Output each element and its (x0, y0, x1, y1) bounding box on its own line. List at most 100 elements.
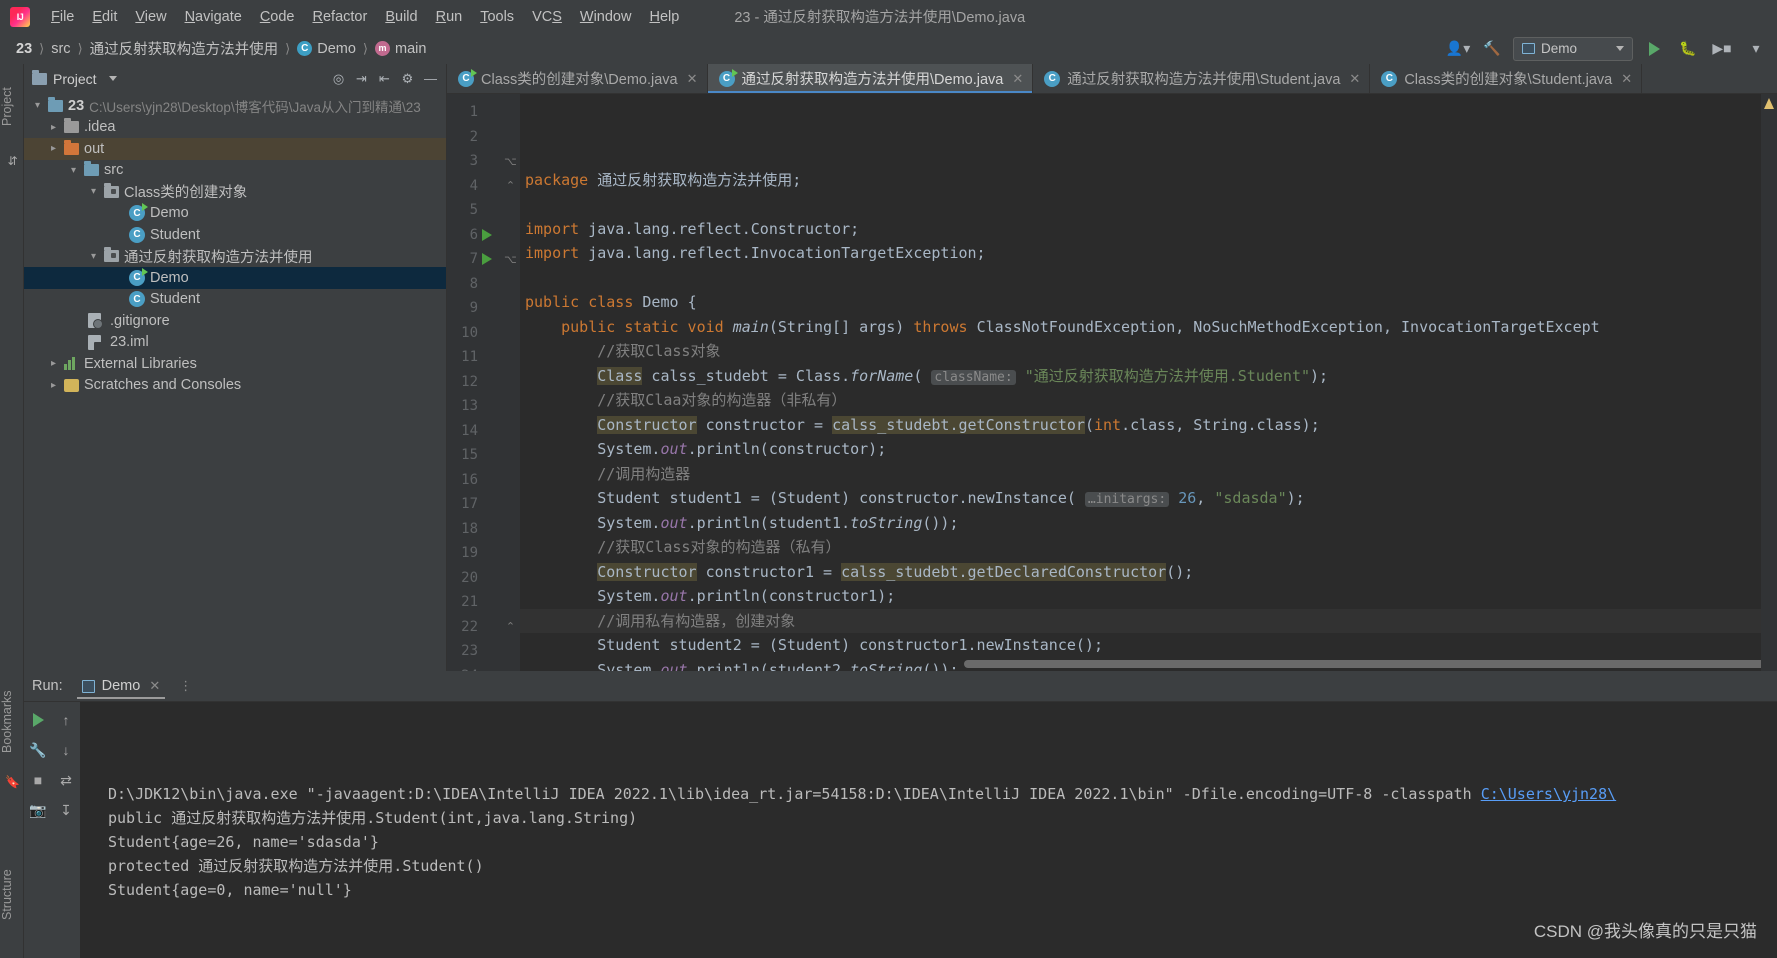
code-line[interactable]: //获取Class对象 (520, 339, 1777, 364)
tree-node-gitignore[interactable]: .gitignore (24, 310, 446, 332)
chevron-down-icon[interactable]: ▾ (88, 251, 99, 262)
settings-gear-icon[interactable]: ⚙ (398, 69, 417, 88)
tree-node-demo-1[interactable]: C Demo (24, 203, 446, 225)
tree-node-package-class[interactable]: ▾ Class类的创建对象 (24, 181, 446, 203)
breadcrumb-item-class[interactable]: C Demo (293, 39, 360, 59)
menu-code[interactable]: Code (251, 6, 304, 28)
chevron-down-icon[interactable]: ▾ (32, 100, 43, 111)
editor-horizontal-scrollbar[interactable] (964, 660, 1777, 668)
soft-wrap-icon[interactable]: ⇄ (52, 765, 80, 795)
build-hammer-icon[interactable]: 🔨 (1479, 37, 1505, 61)
code-line[interactable]: System.out.println(student1.toString()); (520, 511, 1777, 536)
menu-vcs[interactable]: VCS (523, 6, 571, 28)
warning-marker-icon[interactable] (1764, 98, 1774, 109)
menu-tools[interactable]: Tools (471, 6, 523, 28)
tree-node-scratches[interactable]: ▸ Scratches and Consoles (24, 375, 446, 397)
tree-node-idea[interactable]: ▸ .idea (24, 117, 446, 139)
stop-icon[interactable]: ■ (24, 765, 52, 795)
chevron-down-icon[interactable]: ▾ (68, 165, 79, 176)
more-options-icon[interactable]: ▾ (1743, 37, 1769, 61)
editor-tab-0[interactable]: C Class类的创建对象\Demo.java ✕ (447, 64, 708, 93)
expand-icon[interactable]: ⇤ (375, 69, 394, 88)
drag-handle-icon[interactable]: ⋮ (179, 678, 194, 694)
tree-node-out[interactable]: ▸ out (24, 138, 446, 160)
menu-edit[interactable]: Edit (83, 6, 126, 28)
code-line[interactable]: System.out.println(constructor); (520, 437, 1777, 462)
camera-icon[interactable]: 📷 (24, 795, 52, 825)
strip-button-structure[interactable]: Structure (0, 852, 24, 938)
editor-error-stripe[interactable] (1761, 94, 1777, 671)
chevron-right-icon[interactable]: ▸ (48, 143, 59, 154)
menu-window[interactable]: Window (571, 6, 641, 28)
code-line[interactable]: Student student2 = (Student) constructor… (520, 633, 1777, 658)
menu-build[interactable]: Build (376, 6, 426, 28)
code-line[interactable]: Class calss_studebt = Class.forName( cla… (520, 364, 1777, 389)
breadcrumb-item-src[interactable]: src (47, 39, 74, 59)
run-tab-demo[interactable]: Demo ✕ (73, 674, 170, 699)
tree-node-external-libraries[interactable]: ▸ External Libraries (24, 353, 446, 375)
code-line[interactable]: //调用构造器 (520, 462, 1777, 487)
chevron-right-icon[interactable]: ▸ (48, 358, 59, 369)
editor-tab-2[interactable]: C 通过反射获取构造方法并使用\Student.java ✕ (1033, 64, 1371, 93)
close-icon[interactable]: ✕ (149, 678, 160, 694)
coverage-button[interactable]: ▶■ (1709, 37, 1735, 61)
menu-file[interactable]: File (42, 6, 83, 28)
close-icon[interactable]: ✕ (1621, 71, 1632, 87)
menu-view[interactable]: View (126, 6, 175, 28)
run-configuration-selector[interactable]: Demo (1513, 36, 1633, 61)
gutter-run-icon[interactable] (480, 223, 494, 248)
editor-gutter[interactable]: 1 2 3 ⌥ 4 ⌃ 5 6 7 ⌥ 8 9 10 11 12 13 14 15 16 17 18 19 20 21 22 ⌃ 2… (447, 94, 520, 671)
code-line[interactable]: Student student1 = (Student) constructor… (520, 486, 1777, 511)
commit-icon[interactable]: ⇵ (4, 152, 21, 169)
scroll-to-end-icon[interactable]: ↧ (52, 795, 80, 825)
strip-button-bookmarks[interactable]: Bookmarks (0, 676, 24, 768)
gutter-fold-icon[interactable]: ⌃ (504, 615, 517, 640)
gutter-fold-icon[interactable]: ⌥ (504, 149, 517, 174)
code-line[interactable]: import java.lang.reflect.InvocationTarge… (520, 241, 1777, 266)
breadcrumb-item-package[interactable]: 通过反射获取构造方法并使用 (86, 36, 283, 61)
user-settings-icon[interactable]: 👤▾ (1445, 37, 1471, 61)
run-button[interactable] (1641, 37, 1667, 61)
gutter-fold-icon[interactable]: ⌃ (504, 174, 517, 199)
menu-help[interactable]: Help (640, 6, 688, 28)
down-arrow-icon[interactable]: ↓ (52, 735, 80, 765)
code-line[interactable]: //获取Class对象的构造器（私有） (520, 535, 1777, 560)
chevron-down-icon[interactable] (108, 76, 117, 81)
code-content[interactable]: package 通过反射获取构造方法并使用; import java.lang.… (520, 94, 1777, 671)
code-line[interactable]: //获取Claa对象的构造器（非私有） (520, 388, 1777, 413)
code-line[interactable]: package 通过反射获取构造方法并使用; (520, 168, 1777, 193)
code-line[interactable]: System.out.println(constructor1); (520, 584, 1777, 609)
menu-navigate[interactable]: Navigate (176, 6, 251, 28)
close-icon[interactable]: ✕ (1012, 71, 1023, 87)
collapse-all-icon[interactable]: ⇥ (352, 69, 371, 88)
breadcrumb-item-module[interactable]: 23 (12, 39, 36, 59)
gutter-run-icon[interactable] (480, 247, 494, 272)
debug-button[interactable]: 🐛 (1675, 37, 1701, 61)
tree-node-demo-2[interactable]: C Demo (24, 267, 446, 289)
code-line[interactable] (520, 266, 1777, 291)
chevron-right-icon[interactable]: ▸ (48, 122, 59, 133)
bookmark-icon[interactable]: 🔖 (4, 773, 21, 790)
strip-button-project[interactable]: Project (0, 72, 24, 142)
close-icon[interactable]: ✕ (687, 71, 698, 87)
console-link[interactable]: C:\Users\yjn28\ (1481, 785, 1616, 803)
locate-icon[interactable]: ◎ (329, 69, 348, 88)
close-icon[interactable]: ✕ (1349, 71, 1360, 87)
code-editor[interactable]: 1 2 3 ⌥ 4 ⌃ 5 6 7 ⌥ 8 9 10 11 12 13 14 15 16 17 18 19 20 21 22 ⌃ 2… (447, 94, 1777, 671)
hide-icon[interactable]: — (421, 69, 440, 88)
code-line[interactable]: Constructor constructor = calss_studebt.… (520, 413, 1777, 438)
tree-node-student-2[interactable]: C Student (24, 289, 446, 311)
gutter-fold-icon[interactable]: ⌥ (504, 247, 517, 272)
tree-node-iml[interactable]: 23.iml (24, 332, 446, 354)
editor-tab-1[interactable]: C 通过反射获取构造方法并使用\Demo.java ✕ (707, 64, 1034, 93)
tree-node-package-reflect[interactable]: ▾ 通过反射获取构造方法并使用 (24, 246, 446, 268)
code-line[interactable]: public static void main(String[] args) t… (520, 315, 1777, 340)
rerun-icon[interactable] (24, 705, 52, 735)
code-line[interactable]: //调用私有构造器，创建对象 (520, 608, 1777, 633)
code-line[interactable]: import java.lang.reflect.Constructor; (520, 217, 1777, 242)
up-arrow-icon[interactable]: ↑ (52, 705, 80, 735)
breadcrumb-item-method[interactable]: m main (371, 39, 430, 59)
run-console-output[interactable]: D:\JDK12\bin\java.exe "-javaagent:D:\IDE… (80, 702, 1777, 958)
code-line[interactable]: public class Demo { (520, 290, 1777, 315)
tree-node-src[interactable]: ▾ src (24, 160, 446, 182)
